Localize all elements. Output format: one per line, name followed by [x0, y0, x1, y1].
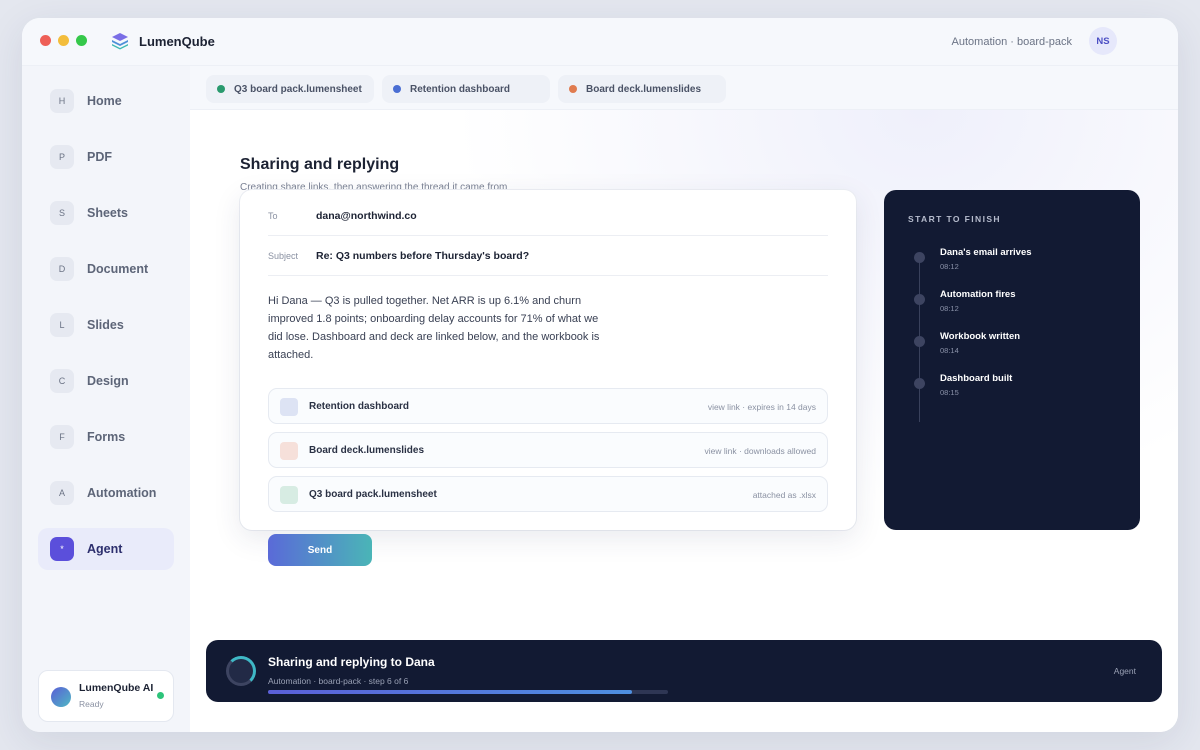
attachment-name: Q3 board pack.lumensheet [309, 489, 437, 500]
timeline-dot-icon [914, 336, 925, 347]
sidebar-item-label: Home [87, 94, 122, 108]
sidebar-item-label: Document [87, 262, 149, 276]
attachment-name: Retention dashboard [309, 401, 410, 412]
timeline-panel: START TO FINISH Dana's email arrives 08:… [884, 190, 1140, 530]
assistant-card[interactable]: LumenQube AI Ready [38, 670, 174, 722]
slides-file-icon [280, 442, 298, 460]
user-avatar[interactable]: NS [1089, 27, 1117, 55]
title-bar: LumenQube Automation · board-pack NS [22, 18, 1178, 66]
app-name: LumenQube [139, 34, 215, 49]
sidebar-item-home[interactable]: H Home [38, 80, 174, 122]
timeline-step-time: 08:12 [940, 304, 959, 313]
sidebar-item-pdf[interactable]: P PDF [38, 136, 174, 178]
automation-key-icon: A [50, 481, 74, 505]
sheet-file-icon [280, 486, 298, 504]
sheet-file-icon [217, 85, 225, 93]
timeline-dot-icon [914, 294, 925, 305]
sidebar: H Home P PDF S Sheets D Document L Slide… [22, 66, 190, 732]
tab-board-deck[interactable]: Board deck.lumenslides [558, 75, 726, 103]
agent-label[interactable]: Agent [1114, 666, 1136, 676]
send-button[interactable]: Send [268, 534, 372, 566]
attachment-q3-board-pack[interactable]: Q3 board pack.lumensheet attached as .xl… [268, 476, 828, 512]
sidebar-item-agent[interactable]: * Agent [38, 528, 174, 570]
attachment-board-deck[interactable]: Board deck.lumenslides view link · downl… [268, 432, 828, 468]
timeline-dot-icon [914, 252, 925, 263]
to-label: To [268, 211, 278, 221]
subject-label: Subject [268, 251, 299, 261]
email-composer: To dana@northwind.co Subject Re: Q3 numb… [240, 190, 856, 530]
forms-key-icon: F [50, 425, 74, 449]
slides-key-icon: L [50, 313, 74, 337]
progress-spinner-icon [226, 656, 256, 686]
timeline-step-time: 08:12 [940, 262, 959, 271]
file-tab-bar: Q3 board pack.lumensheet Retention dashb… [190, 66, 1178, 110]
attachment-retention-dashboard[interactable]: Retention dashboard view link · expires … [268, 388, 828, 424]
app-window: LumenQube Automation · board-pack NS H H… [22, 18, 1178, 732]
timeline-dot-icon [914, 378, 925, 389]
page-title: Sharing and replying [240, 156, 400, 173]
dashboard-file-icon [393, 85, 401, 93]
assistant-orb-icon [51, 687, 71, 707]
email-body[interactable]: Hi Dana — Q3 is pulled together. Net ARR… [268, 292, 608, 364]
close-window-button[interactable] [40, 35, 51, 46]
timeline-step-label: Workbook written [940, 331, 1021, 342]
sidebar-item-label: Agent [87, 542, 123, 556]
slides-file-icon [569, 85, 577, 93]
task-title: Sharing and replying to Dana [268, 655, 435, 669]
online-indicator-icon [157, 692, 164, 699]
tab-label: Q3 board pack.lumensheet [234, 83, 362, 95]
timeline-step-label: Dana's email arrives [940, 247, 1032, 258]
attachment-name: Board deck.lumenslides [309, 445, 425, 456]
timeline-step-label: Dashboard built [940, 373, 1013, 384]
sidebar-item-document[interactable]: D Document [38, 248, 174, 290]
breadcrumb[interactable]: Automation · board-pack [952, 36, 1072, 48]
agent-key-icon: * [50, 537, 74, 561]
subject-field-row[interactable]: Subject Re: Q3 numbers before Thursday's… [268, 236, 828, 276]
sidebar-item-automation[interactable]: A Automation [38, 472, 174, 514]
attachment-meta: view link · downloads allowed [704, 446, 816, 456]
sidebar-item-label: Slides [87, 318, 124, 332]
sheets-key-icon: S [50, 201, 74, 225]
attachment-meta: view link · expires in 14 days [707, 402, 816, 412]
timeline-title: START TO FINISH [908, 214, 1001, 224]
dashboard-file-icon [280, 398, 298, 416]
document-key-icon: D [50, 257, 74, 281]
sidebar-item-sheets[interactable]: S Sheets [38, 192, 174, 234]
task-progress-bar [268, 690, 668, 694]
tab-retention-dashboard[interactable]: Retention dashboard [382, 75, 550, 103]
pdf-key-icon: P [50, 145, 74, 169]
sidebar-item-design[interactable]: C Design [38, 360, 174, 402]
sidebar-item-label: Forms [87, 430, 126, 444]
minimize-window-button[interactable] [58, 35, 69, 46]
sidebar-item-label: Sheets [87, 206, 128, 220]
maximize-window-button[interactable] [76, 35, 87, 46]
agent-task-bar[interactable]: Sharing and replying to Dana Automation … [206, 640, 1162, 702]
tab-q3-board-pack[interactable]: Q3 board pack.lumensheet [206, 75, 374, 103]
attachment-meta: attached as .xlsx [752, 490, 816, 500]
timeline-step-label: Automation fires [940, 289, 1016, 300]
subject-field[interactable]: Re: Q3 numbers before Thursday's board? [316, 250, 529, 262]
tab-label: Retention dashboard [410, 83, 511, 95]
sidebar-item-slides[interactable]: L Slides [38, 304, 174, 346]
sidebar-item-forms[interactable]: F Forms [38, 416, 174, 458]
assistant-name: LumenQube AI [79, 682, 154, 694]
sidebar-item-label: PDF [87, 150, 112, 164]
to-field-row[interactable]: To dana@northwind.co [268, 196, 828, 236]
to-field[interactable]: dana@northwind.co [316, 210, 417, 222]
lumenqube-logo-icon [112, 33, 128, 50]
sidebar-item-label: Design [87, 374, 129, 388]
assistant-status: Ready [79, 699, 104, 709]
sidebar-item-label: Automation [87, 486, 157, 500]
timeline-step-time: 08:14 [940, 346, 959, 355]
home-key-icon: H [50, 89, 74, 113]
timeline-step-time: 08:15 [940, 388, 959, 397]
task-meta: Automation · board-pack · step 6 of 6 [268, 676, 409, 686]
design-key-icon: C [50, 369, 74, 393]
tab-label: Board deck.lumenslides [586, 83, 702, 95]
task-progress-fill [268, 690, 632, 694]
